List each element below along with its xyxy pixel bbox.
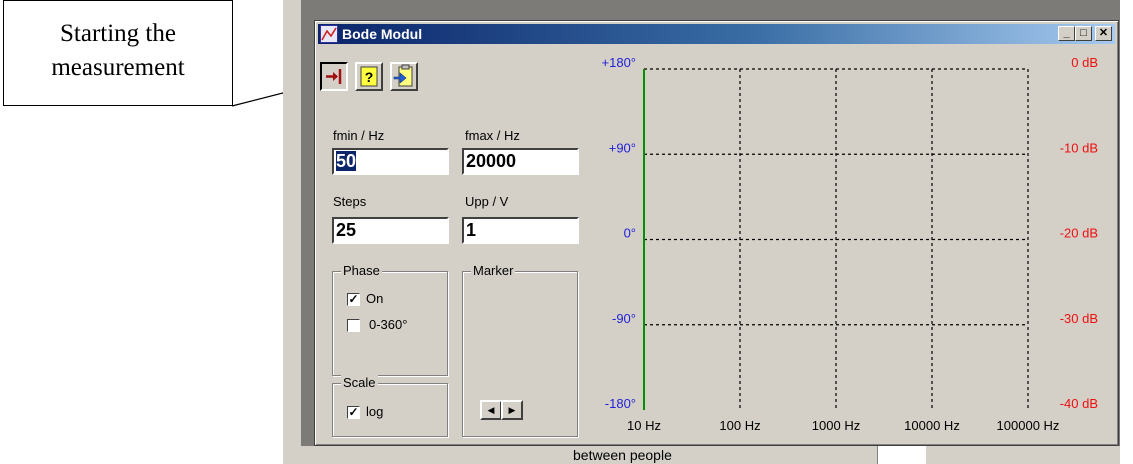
db-tick-label: -30 dB bbox=[1060, 311, 1098, 326]
plot-grid bbox=[643, 68, 1029, 410]
db-tick-label: -40 dB bbox=[1060, 396, 1098, 411]
phase-tick-label: 0° bbox=[624, 226, 636, 241]
phase-axis-labels: +180° +90° 0° -90° -180° bbox=[602, 55, 636, 411]
phase-tick-label: +90° bbox=[609, 140, 636, 155]
frequency-tick-label: 10 Hz bbox=[627, 418, 661, 433]
phase-tick-label: +180° bbox=[602, 55, 636, 70]
bode-window: Bode Modul _ □ ✕ ? fmin / Hz 50 fmax / H… bbox=[314, 20, 1119, 446]
db-tick-label: -10 dB bbox=[1060, 140, 1098, 155]
frequency-tick-label: 100000 Hz bbox=[997, 418, 1060, 433]
background-strip bbox=[283, 0, 301, 464]
frequency-tick-label: 10000 Hz bbox=[904, 418, 960, 433]
db-tick-label: -20 dB bbox=[1060, 226, 1098, 241]
db-tick-label: 0 dB bbox=[1071, 55, 1098, 70]
background-text: between people bbox=[573, 447, 672, 463]
frequency-tick-label: 1000 Hz bbox=[812, 418, 860, 433]
bode-plot: +180° +90° 0° -90° -180° 0 dB -10 dB -20 dB -30… bbox=[602, 55, 1098, 433]
db-axis-labels: 0 dB -10 dB -20 dB -30 dB -40 dB bbox=[1060, 55, 1098, 411]
phase-tick-label: -90° bbox=[612, 311, 636, 326]
frequency-tick-label: 100 Hz bbox=[719, 418, 760, 433]
frequency-axis-labels: 10 Hz 100 Hz 1000 Hz 10000 Hz 100000 Hz bbox=[627, 418, 1059, 433]
background-document bbox=[301, 446, 1120, 464]
background-box bbox=[877, 446, 926, 464]
phase-tick-label: -180° bbox=[605, 396, 636, 411]
